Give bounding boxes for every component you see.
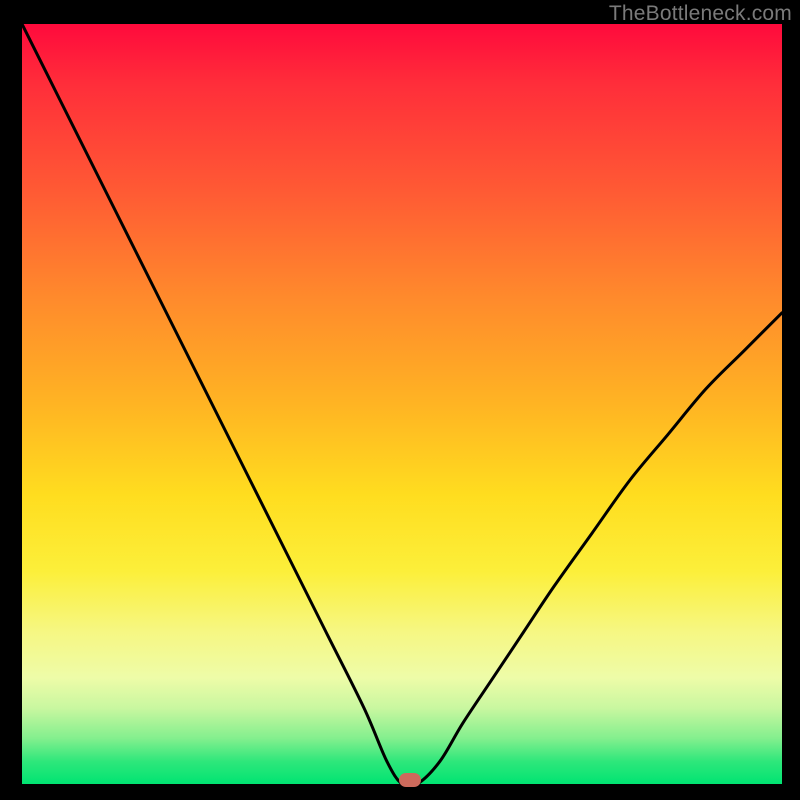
plot-area [22,24,782,784]
optimum-marker [399,773,421,787]
attribution-label: TheBottleneck.com [609,2,792,26]
bottleneck-curve-path [22,24,782,784]
curve-svg [22,24,782,784]
chart-stage: TheBottleneck.com [0,0,800,800]
